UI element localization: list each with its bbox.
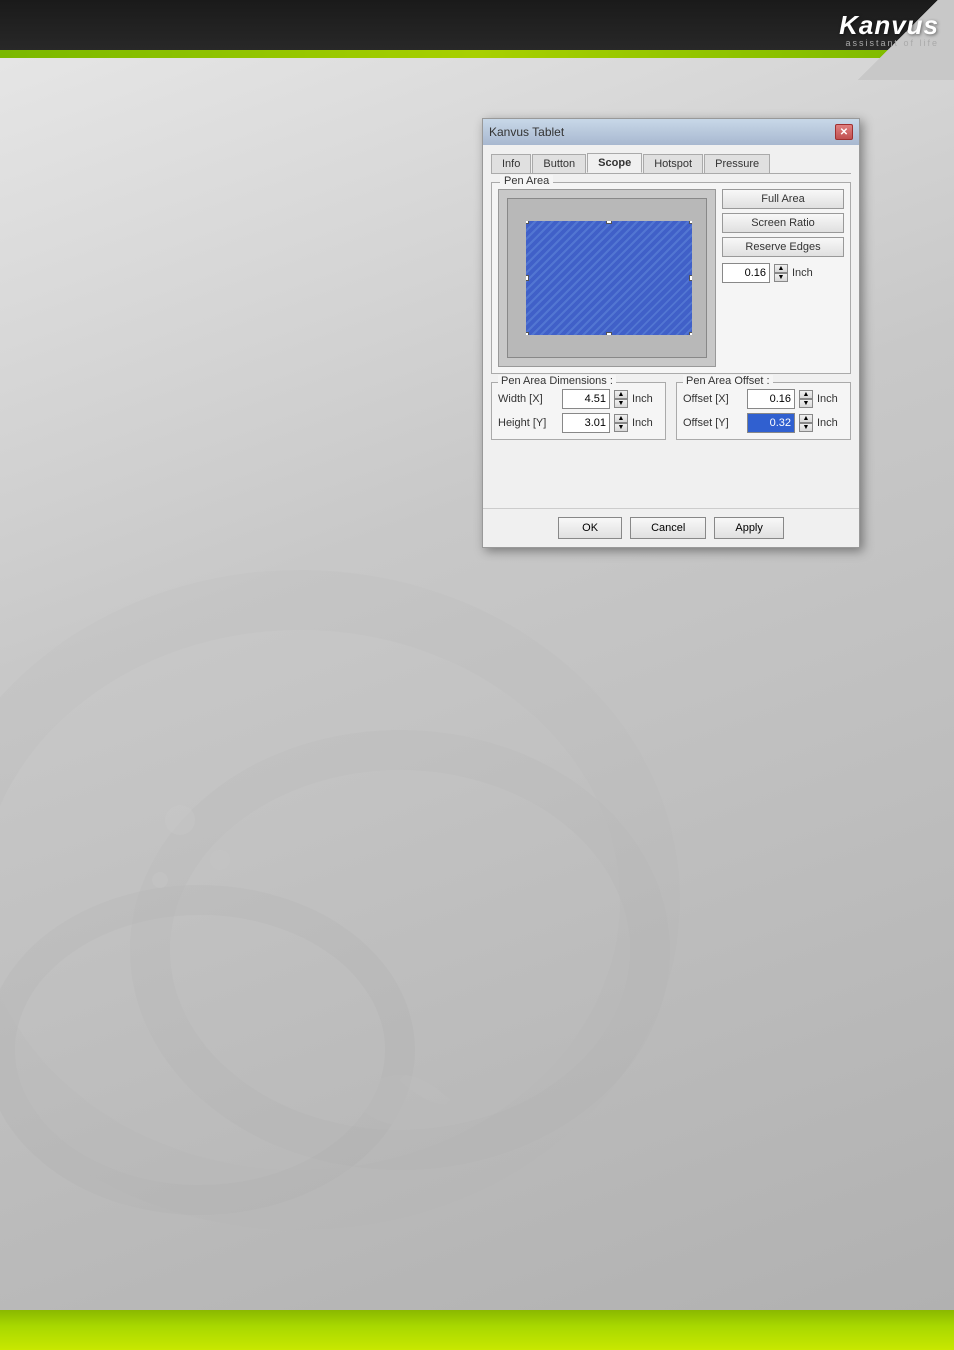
offset-y-spinner: ▲ ▼ <box>799 414 813 432</box>
right-buttons-panel: Full Area Screen Ratio Reserve Edges ▲ ▼… <box>722 189 844 367</box>
reserve-input-row: ▲ ▼ Inch <box>722 263 844 283</box>
pen-area-group: Pen Area <box>491 182 851 374</box>
width-unit: Inch <box>632 393 653 405</box>
full-area-button[interactable]: Full Area <box>722 189 844 209</box>
offset-x-input[interactable] <box>747 389 795 409</box>
handle-top-middle[interactable] <box>606 221 612 224</box>
tab-scope[interactable]: Scope <box>587 153 642 173</box>
offset-y-increment[interactable]: ▲ <box>799 414 813 423</box>
offset-x-decrement[interactable]: ▼ <box>799 399 813 408</box>
offset-y-unit: Inch <box>817 417 838 429</box>
reserve-increment[interactable]: ▲ <box>774 264 788 273</box>
height-label: Height [Y] <box>498 417 558 429</box>
offset-group: Pen Area Offset : Offset [X] ▲ ▼ Inch Of… <box>676 382 851 440</box>
ok-button[interactable]: OK <box>558 517 622 539</box>
tablet-active-area[interactable] <box>526 221 692 335</box>
height-increment[interactable]: ▲ <box>614 414 628 423</box>
cancel-button[interactable]: Cancel <box>630 517 706 539</box>
height-decrement[interactable]: ▼ <box>614 423 628 432</box>
dimensions-group: Pen Area Dimensions : Width [X] ▲ ▼ Inch… <box>491 382 666 440</box>
tablet-border <box>507 198 707 358</box>
handle-middle-left[interactable] <box>526 275 529 281</box>
reserve-value-input[interactable] <box>722 263 770 283</box>
offset-group-label: Pen Area Offset : <box>683 375 773 387</box>
close-button[interactable]: ✕ <box>835 124 853 140</box>
kanvus-tablet-dialog: Kanvus Tablet ✕ Info Button Scope Hotspo… <box>482 118 860 548</box>
tablet-visual <box>498 189 716 367</box>
offset-y-decrement[interactable]: ▼ <box>799 423 813 432</box>
reserve-decrement[interactable]: ▼ <box>774 273 788 282</box>
handle-bottom-right[interactable] <box>689 332 692 335</box>
logo-area: Kanvus assistant of life <box>794 0 954 80</box>
width-input[interactable] <box>562 389 610 409</box>
tab-hotspot[interactable]: Hotspot <box>643 154 703 173</box>
height-row: Height [Y] ▲ ▼ Inch <box>498 413 659 433</box>
width-increment[interactable]: ▲ <box>614 390 628 399</box>
dimensions-group-label: Pen Area Dimensions : <box>498 375 616 387</box>
height-spinner: ▲ ▼ <box>614 414 628 432</box>
width-decrement[interactable]: ▼ <box>614 399 628 408</box>
screen-ratio-button[interactable]: Screen Ratio <box>722 213 844 233</box>
dimensions-section: Pen Area Dimensions : Width [X] ▲ ▼ Inch… <box>491 382 851 440</box>
spacer <box>491 440 851 500</box>
handle-middle-right[interactable] <box>689 275 692 281</box>
offset-x-label: Offset [X] <box>683 393 743 405</box>
pen-area-container: Full Area Screen Ratio Reserve Edges ▲ ▼… <box>498 189 844 367</box>
reserve-unit-label: Inch <box>792 267 813 279</box>
reserve-edges-button[interactable]: Reserve Edges <box>722 237 844 257</box>
reserve-spinner: ▲ ▼ <box>774 264 788 282</box>
tab-bar: Info Button Scope Hotspot Pressure <box>491 153 851 174</box>
width-row: Width [X] ▲ ▼ Inch <box>498 389 659 409</box>
dialog-title: Kanvus Tablet <box>489 125 564 139</box>
offset-y-label: Offset [Y] <box>683 417 743 429</box>
offset-x-spinner: ▲ ▼ <box>799 390 813 408</box>
handle-top-left[interactable] <box>526 221 529 224</box>
height-input[interactable] <box>562 413 610 433</box>
tab-info[interactable]: Info <box>491 154 531 173</box>
dialog-titlebar: Kanvus Tablet ✕ <box>483 119 859 145</box>
bottom-bar <box>0 1310 954 1350</box>
pen-area-label: Pen Area <box>500 175 553 187</box>
offset-x-unit: Inch <box>817 393 838 405</box>
handle-top-right[interactable] <box>689 221 692 224</box>
handle-bottom-middle[interactable] <box>606 332 612 335</box>
logo-subtitle: assistant of life <box>845 38 939 48</box>
width-spinner: ▲ ▼ <box>614 390 628 408</box>
logo-text: Kanvus <box>839 10 939 41</box>
tab-pressure[interactable]: Pressure <box>704 154 770 173</box>
offset-x-row: Offset [X] ▲ ▼ Inch <box>683 389 844 409</box>
apply-button[interactable]: Apply <box>714 517 784 539</box>
tab-button[interactable]: Button <box>532 154 586 173</box>
dialog-body: Info Button Scope Hotspot Pressure Pen A… <box>483 145 859 508</box>
width-label: Width [X] <box>498 393 558 405</box>
offset-y-row: Offset [Y] ▲ ▼ Inch <box>683 413 844 433</box>
dialog-footer: OK Cancel Apply <box>483 508 859 547</box>
height-unit: Inch <box>632 417 653 429</box>
handle-bottom-left[interactable] <box>526 332 529 335</box>
offset-x-increment[interactable]: ▲ <box>799 390 813 399</box>
offset-y-input[interactable] <box>747 413 795 433</box>
